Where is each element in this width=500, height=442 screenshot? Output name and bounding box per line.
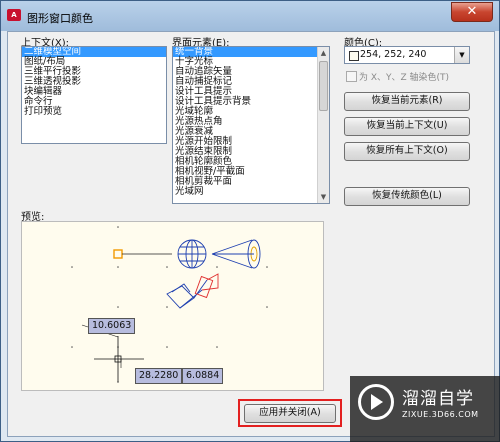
preview-drawing (71, 226, 268, 383)
spotlight-icon (211, 239, 261, 269)
list-scrollbar[interactable]: ▲ ▼ (317, 47, 329, 203)
scroll-down-icon[interactable]: ▼ (318, 191, 329, 203)
context-list-item[interactable]: 打印预览 (22, 107, 166, 117)
camera-icon (166, 273, 219, 309)
watermark-url: ZIXUE.3D66.COM (402, 410, 479, 419)
coordinate-x-tooltip: 28.2280 (135, 368, 183, 384)
scroll-up-icon[interactable]: ▲ (318, 47, 329, 59)
scroll-thumb[interactable] (319, 61, 328, 111)
tint-axes-label: 为 X、Y、Z 轴染色(T) (359, 73, 450, 83)
coordinate-y-tooltip: 6.0884 (182, 368, 224, 384)
color-swatch (349, 51, 359, 61)
close-button[interactable]: ✕ (451, 2, 493, 22)
autosnap-marker-icon (113, 249, 123, 259)
play-logo-icon (358, 384, 394, 420)
restore-all-contexts-button[interactable]: 恢复所有上下文(O) (344, 142, 470, 161)
window-title: 图形窗口颜色 (27, 12, 93, 25)
autocad-app-icon: A (7, 9, 21, 21)
color-value: 254, 252, 240 (360, 49, 427, 60)
watermark-banner: 溜溜自学 ZIXUE.3D66.COM (350, 376, 500, 442)
light-web-globe-icon (177, 239, 207, 269)
interface-element-item[interactable]: 光域网 (173, 187, 317, 197)
tint-axes-checkbox[interactable] (346, 71, 357, 82)
restore-current-element-button[interactable]: 恢复当前元素(R) (344, 92, 470, 111)
title-bar[interactable]: A 图形窗口颜色 ✕ (1, 1, 499, 31)
dimension-input-tooltip: 10.6063 (88, 318, 136, 334)
interface-elements-list[interactable]: 统一背景 十字光标 自动追踪矢量 自动捕捉标记 设计工具提示 设计工具提示背景 光域轮廓 光源… (172, 46, 330, 204)
context-list[interactable]: 二维模型空间 图纸/布局 三维平行投影 三维透视投影 块编辑器 命令行 打印预览 (21, 46, 167, 144)
apply-and-close-button[interactable]: 应用并关闭(A) (244, 404, 336, 423)
watermark-title: 溜溜自学 (402, 389, 474, 409)
preview-pane: 10.6063 28.2280 6.0884 (21, 221, 324, 391)
restore-classic-colors-button[interactable]: 恢复传统颜色(L) (344, 187, 470, 206)
restore-current-context-button[interactable]: 恢复当前上下文(U) (344, 117, 470, 136)
color-select[interactable]: 254, 252, 240 ▼ (344, 46, 470, 64)
chevron-down-icon[interactable]: ▼ (454, 47, 469, 63)
